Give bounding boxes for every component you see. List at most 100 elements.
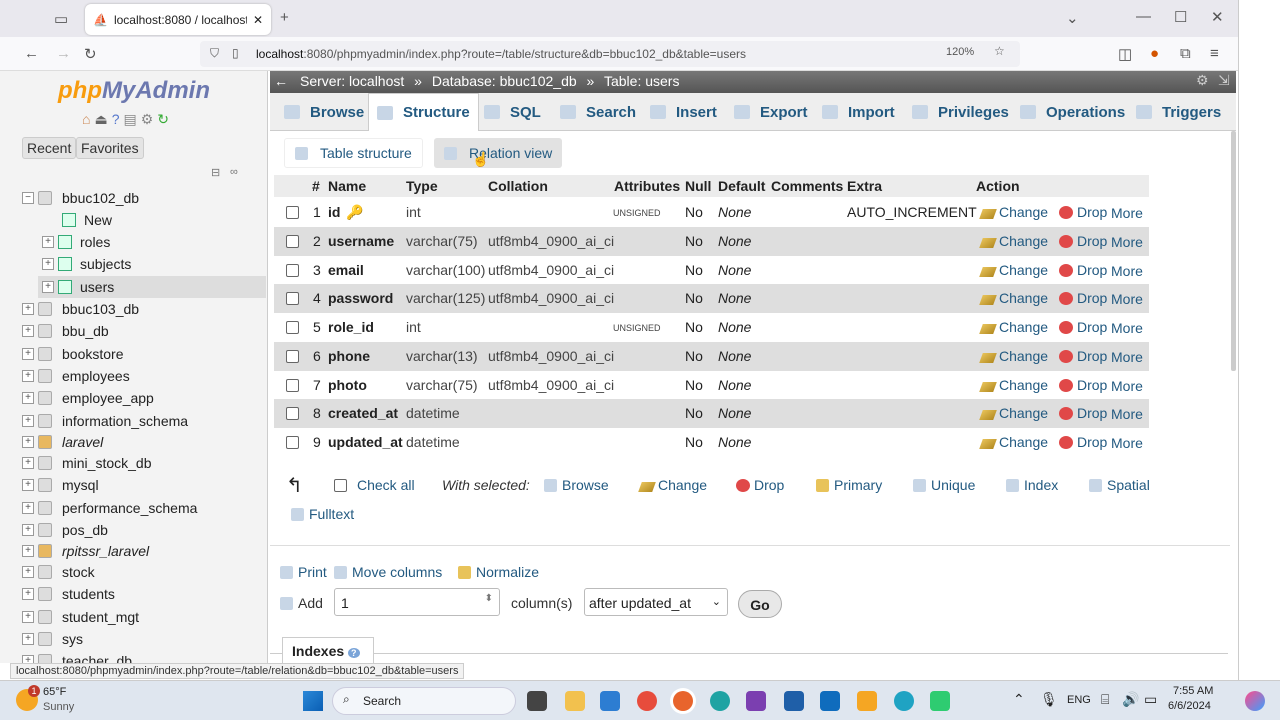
- clock-date[interactable]: 6/6/2024: [1168, 700, 1211, 712]
- minimize-icon[interactable]: —: [1136, 8, 1151, 25]
- col-name[interactable]: Name: [328, 178, 366, 194]
- breadcrumb-database[interactable]: Database: bbuc102_db: [432, 73, 577, 89]
- zoom-level[interactable]: 120%: [946, 46, 974, 58]
- tree-db-bbuc102[interactable]: − bbuc102_db: [22, 187, 139, 209]
- chevron-up-icon[interactable]: ⌃: [1013, 691, 1025, 708]
- scrollbar[interactable]: [1231, 131, 1236, 371]
- tab-structure[interactable]: Structure: [368, 93, 479, 131]
- close-window-icon[interactable]: ✕: [1211, 8, 1224, 26]
- tree-db[interactable]: + mysql: [22, 474, 99, 496]
- chrome-icon[interactable]: [637, 691, 657, 711]
- mail-icon[interactable]: [820, 691, 840, 711]
- drop-button[interactable]: Drop: [1059, 348, 1107, 364]
- more-button[interactable]: More: [1111, 435, 1143, 451]
- tree-db[interactable]: + student_mgt: [22, 606, 139, 628]
- battery-icon[interactable]: ▭: [1144, 691, 1157, 708]
- help-icon[interactable]: ?: [348, 648, 360, 658]
- help-icon[interactable]: ?: [112, 111, 120, 128]
- clock-time[interactable]: 7:55 AM: [1173, 685, 1213, 697]
- drop-button[interactable]: Drop: [1059, 405, 1107, 421]
- home-icon[interactable]: ⌂: [82, 111, 90, 128]
- column-name[interactable]: created_at: [328, 405, 398, 421]
- pocket-icon[interactable]: ◫: [1118, 45, 1132, 63]
- check-all-checkbox[interactable]: [334, 479, 347, 492]
- print-link[interactable]: Print: [280, 564, 327, 580]
- network-icon[interactable]: ⌸: [1101, 691, 1109, 708]
- account-icon[interactable]: ●: [1150, 45, 1159, 62]
- column-name[interactable]: photo: [328, 377, 367, 393]
- bulk-primary-button[interactable]: Primary: [816, 477, 882, 493]
- tree-db[interactable]: + teacher_db: [22, 650, 132, 663]
- collapse-icon[interactable]: ⇲: [1218, 72, 1230, 89]
- tab-list-icon[interactable]: ▭: [54, 10, 68, 28]
- more-button[interactable]: More: [1111, 349, 1143, 365]
- pma-logo[interactable]: phpMyAdmin: [58, 77, 210, 105]
- visual-studio-icon[interactable]: [746, 691, 766, 711]
- row-checkbox[interactable]: [286, 235, 299, 248]
- indexes-section-toggle[interactable]: Indexes ?: [282, 637, 374, 663]
- tree-db[interactable]: + employees: [22, 365, 130, 387]
- taskbar-search[interactable]: ⌕ Search: [332, 687, 516, 715]
- subtab-table-structure[interactable]: Table structure: [284, 138, 423, 168]
- more-button[interactable]: More: [1111, 320, 1143, 336]
- change-button[interactable]: Change: [979, 204, 1048, 220]
- column-name[interactable]: email: [328, 262, 364, 278]
- tree-db[interactable]: + mini_stock_db: [22, 452, 152, 474]
- change-button[interactable]: Change: [979, 290, 1048, 306]
- maximize-icon[interactable]: ☐: [1174, 8, 1187, 26]
- drop-button[interactable]: Drop: [1059, 204, 1107, 220]
- drop-button[interactable]: Drop: [1059, 262, 1107, 278]
- breadcrumb-table[interactable]: Table: users: [604, 73, 679, 89]
- more-button[interactable]: More: [1111, 406, 1143, 422]
- logout-icon[interactable]: ⏏: [94, 111, 107, 128]
- column-name[interactable]: username: [328, 233, 394, 249]
- bookmark-star-icon[interactable]: ☆: [994, 44, 1005, 58]
- settings-gear-icon[interactable]: ⚙: [1196, 72, 1209, 89]
- tree-db[interactable]: + students: [22, 583, 115, 605]
- row-checkbox[interactable]: [286, 379, 299, 392]
- drop-button[interactable]: Drop: [1059, 377, 1107, 393]
- file-explorer-icon[interactable]: [565, 691, 585, 711]
- reload-icon[interactable]: ↻: [84, 45, 97, 63]
- app-icon[interactable]: [930, 691, 950, 711]
- bulk-fulltext-button[interactable]: Fulltext: [291, 506, 354, 522]
- close-tab-icon[interactable]: ✕: [253, 13, 263, 27]
- column-name[interactable]: role_id: [328, 319, 374, 335]
- change-button[interactable]: Change: [979, 405, 1048, 421]
- tab-operations[interactable]: Operations: [1012, 93, 1133, 131]
- tree-db[interactable]: + laravel: [22, 431, 103, 453]
- forward-icon[interactable]: →: [56, 45, 71, 62]
- language-indicator[interactable]: ENG: [1067, 694, 1091, 706]
- tree-db[interactable]: + bbu_db: [22, 320, 109, 342]
- chevron-down-icon[interactable]: ⌄: [1066, 9, 1079, 27]
- change-button[interactable]: Change: [979, 262, 1048, 278]
- tab-search[interactable]: Search: [552, 93, 644, 131]
- microphone-icon[interactable]: 🎙: [1040, 691, 1058, 708]
- bulk-spatial-button[interactable]: Spatial: [1089, 477, 1150, 493]
- drop-button[interactable]: Drop: [1059, 233, 1107, 249]
- check-all-label[interactable]: Check all: [357, 477, 415, 493]
- position-select[interactable]: after updated_at ⌄: [584, 588, 728, 616]
- column-name[interactable]: password: [328, 290, 393, 306]
- tab-triggers[interactable]: Triggers: [1128, 93, 1229, 131]
- copilot-icon[interactable]: [1245, 691, 1265, 711]
- tab-browse[interactable]: Browse: [276, 93, 372, 131]
- drop-button[interactable]: Drop: [1059, 290, 1107, 306]
- tree-db[interactable]: + information_schema: [22, 410, 188, 432]
- bulk-change-button[interactable]: Change: [638, 477, 707, 493]
- row-checkbox[interactable]: [286, 264, 299, 277]
- go-button[interactable]: Go: [738, 590, 782, 618]
- store-icon[interactable]: [784, 691, 804, 711]
- windows-start-icon[interactable]: [303, 691, 323, 711]
- column-name[interactable]: phone: [328, 348, 370, 364]
- more-button[interactable]: More: [1111, 205, 1143, 221]
- change-button[interactable]: Change: [979, 233, 1048, 249]
- column-name[interactable]: id: [328, 204, 340, 220]
- tree-table-roles[interactable]: + roles: [42, 231, 110, 253]
- tree-db[interactable]: + rpitssr_laravel: [22, 540, 149, 562]
- tab-export[interactable]: Export: [726, 93, 816, 131]
- row-checkbox[interactable]: [286, 292, 299, 305]
- row-checkbox[interactable]: [286, 350, 299, 363]
- row-checkbox[interactable]: [286, 321, 299, 334]
- drop-button[interactable]: Drop: [1059, 434, 1107, 450]
